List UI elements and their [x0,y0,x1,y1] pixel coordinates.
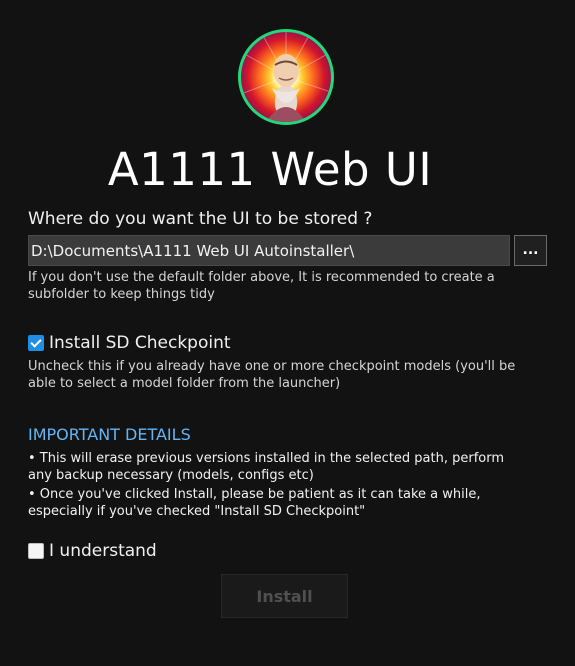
app-title: A1111 Web UI [107,143,433,196]
install-sd-checkpoint-label: Install SD Checkpoint [49,333,231,353]
folder-hint-text: If you don't use the default folder abov… [28,270,495,302]
i-understand-label: I understand [49,541,157,561]
install-path-field[interactable] [28,235,510,266]
checkpoint-hint-text: Uncheck this if you already have one or … [28,359,516,391]
i-understand-option[interactable]: I understand [28,541,157,561]
browse-folder-button[interactable]: ... [514,235,547,266]
important-detail-item: • This will erase previous versions inst… [28,451,505,483]
important-detail-item: • Once you've clicked Install, please be… [28,487,481,519]
install-button[interactable]: Install [221,574,348,618]
portrait-icon [241,32,331,122]
install-sd-checkpoint-option[interactable]: Install SD Checkpoint [28,333,231,353]
install-sd-checkpoint-checkbox[interactable] [28,335,44,351]
important-details-heading: IMPORTANT DETAILS [28,425,191,444]
install-location-question: Where do you want the UI to be stored ? [28,209,373,229]
i-understand-checkbox[interactable] [28,543,44,559]
app-logo-avatar [238,29,334,125]
